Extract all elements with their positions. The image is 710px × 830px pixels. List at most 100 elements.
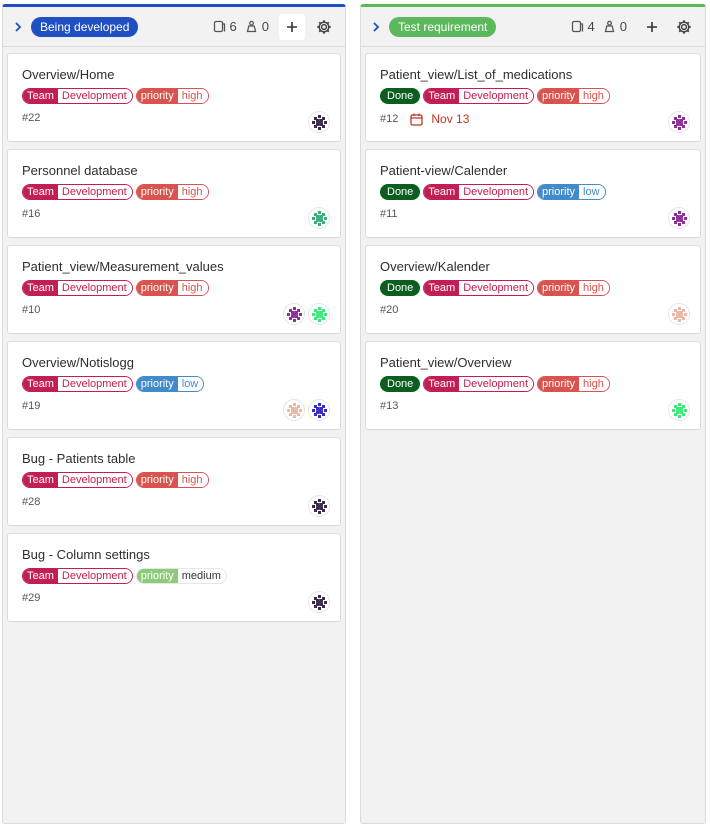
label-key: priority — [538, 377, 580, 391]
add-issue-button[interactable] — [279, 13, 305, 40]
label-done[interactable]: Done — [380, 280, 421, 296]
label-done[interactable]: Done — [380, 376, 421, 392]
label-value: high — [177, 281, 208, 295]
label-value: low — [177, 377, 204, 391]
issue-title[interactable]: Patient-view/Calender — [380, 162, 686, 179]
scoped-label-team[interactable]: Team Development — [423, 280, 535, 296]
assignees — [280, 399, 330, 421]
issue-card[interactable]: Overview/Home Team Development priority high… — [7, 53, 341, 142]
issue-card[interactable]: Overview/Notislogg Team Development priorit… — [7, 341, 341, 430]
scoped-label-priority[interactable]: priority high — [135, 472, 209, 488]
issue-meta: #29 — [22, 592, 326, 604]
issues-icon — [213, 20, 225, 33]
scoped-label-priority[interactable]: priority high — [537, 376, 610, 392]
avatar[interactable] — [668, 303, 690, 325]
scoped-label-priority[interactable]: priority low — [537, 184, 606, 200]
issue-card[interactable]: Patient_view/Overview Done Team Development… — [365, 341, 701, 430]
label-done[interactable]: Done — [380, 184, 421, 200]
issues-count-value: 4 — [587, 19, 595, 34]
issue-card[interactable]: Personnel database Team Development priorit… — [7, 149, 341, 238]
avatar[interactable] — [308, 207, 330, 229]
gear-icon — [677, 19, 691, 34]
list-settings-button[interactable] — [311, 14, 337, 40]
avatar[interactable] — [308, 495, 330, 517]
issue-title[interactable]: Overview/Notislogg — [22, 354, 326, 371]
label-value: high — [579, 281, 609, 295]
issue-card[interactable]: Overview/Kalender Done Team Development prio… — [365, 245, 701, 334]
avatar[interactable] — [308, 399, 330, 421]
avatar[interactable] — [308, 303, 330, 325]
label-list: Team Development priority high — [22, 280, 326, 296]
scoped-label-team[interactable]: Team Development — [22, 472, 133, 488]
label-list: Team Development priority medium — [22, 568, 326, 584]
scoped-label-priority[interactable]: priority high — [135, 280, 209, 296]
avatar[interactable] — [283, 303, 305, 325]
card-list: Patient_view/List_of_medications Done Team… — [361, 47, 705, 443]
issue-card[interactable]: Bug - Patients table Team Development prior… — [7, 437, 341, 526]
list-settings-button[interactable] — [671, 14, 697, 40]
scoped-label-priority[interactable]: priority medium — [135, 568, 227, 584]
label-list: Done Team Development priority high — [380, 88, 686, 104]
scoped-label-team[interactable]: Team Development — [423, 376, 535, 392]
issue-title[interactable]: Overview/Home — [22, 66, 326, 83]
scoped-label-team[interactable]: Team Development — [22, 376, 133, 392]
list-title: Being developed — [31, 16, 139, 37]
scoped-label-team[interactable]: Team Development — [22, 280, 133, 296]
gear-icon — [317, 19, 331, 34]
issue-number: #20 — [380, 304, 399, 316]
issue-title[interactable]: Bug - Column settings — [22, 546, 326, 563]
issue-number: #13 — [380, 400, 399, 412]
scoped-label-priority[interactable]: priority high — [537, 280, 610, 296]
issue-card[interactable]: Bug - Column settings Team Development prio… — [7, 533, 341, 622]
scoped-label-team[interactable]: Team Development — [22, 568, 133, 584]
scoped-label-team[interactable]: Team Development — [22, 88, 133, 104]
issue-title[interactable]: Patient_view/Overview — [380, 354, 686, 371]
label-value: Development — [459, 377, 534, 391]
due-date-text: Nov 13 — [431, 112, 470, 126]
avatar[interactable] — [668, 207, 690, 229]
issue-card[interactable]: Patient_view/Measurement_values Team Devel… — [7, 245, 341, 334]
scoped-label-priority[interactable]: priority high — [537, 88, 610, 104]
issue-number: #16 — [22, 208, 41, 220]
scoped-label-team[interactable]: Team Development — [423, 184, 535, 200]
avatar[interactable] — [283, 399, 305, 421]
issue-title[interactable]: Personnel database — [22, 162, 326, 179]
label-list: Done Team Development priority high — [380, 376, 686, 392]
scoped-label-priority[interactable]: priority high — [135, 184, 209, 200]
issue-card[interactable]: Patient-view/Calender Done Team Development… — [365, 149, 701, 238]
issues-count: 6 — [213, 19, 237, 34]
chevron-right-icon[interactable] — [11, 21, 25, 32]
issues-count-value: 6 — [229, 19, 237, 34]
scoped-label-team[interactable]: Team Development — [423, 88, 535, 104]
list-header: Test requirement 4 0 — [361, 7, 705, 47]
issue-title[interactable]: Patient_view/List_of_medications — [380, 66, 686, 83]
assignees — [305, 591, 330, 613]
issue-card[interactable]: Patient_view/List_of_medications Done Team… — [365, 53, 701, 142]
issue-title[interactable]: Patient_view/Measurement_values — [22, 258, 326, 275]
chevron-right-icon[interactable] — [369, 21, 383, 32]
card-list: Overview/Home Team Development priority high… — [3, 47, 345, 635]
add-issue-button[interactable] — [639, 14, 665, 40]
scoped-label-priority[interactable]: priority high — [135, 88, 209, 104]
avatar[interactable] — [668, 111, 690, 133]
issues-count: 4 — [571, 19, 595, 34]
label-key: Team — [23, 473, 58, 487]
label-key: priority — [538, 281, 580, 295]
label-key: Team — [23, 281, 58, 295]
avatar[interactable] — [668, 399, 690, 421]
label-key: Team — [23, 185, 58, 199]
label-key: Team — [23, 569, 58, 583]
scoped-label-priority[interactable]: priority low — [135, 376, 205, 392]
label-value: medium — [177, 569, 226, 583]
label-key: priority — [136, 377, 178, 391]
avatar[interactable] — [308, 111, 330, 133]
assignees — [665, 303, 690, 325]
issue-title[interactable]: Overview/Kalender — [380, 258, 686, 275]
scoped-label-team[interactable]: Team Development — [22, 184, 133, 200]
issue-number: #10 — [22, 304, 41, 316]
avatar[interactable] — [308, 591, 330, 613]
issue-title[interactable]: Bug - Patients table — [22, 450, 326, 467]
calendar-icon — [410, 113, 424, 126]
label-done[interactable]: Done — [380, 88, 421, 104]
issue-number: #28 — [22, 496, 41, 508]
